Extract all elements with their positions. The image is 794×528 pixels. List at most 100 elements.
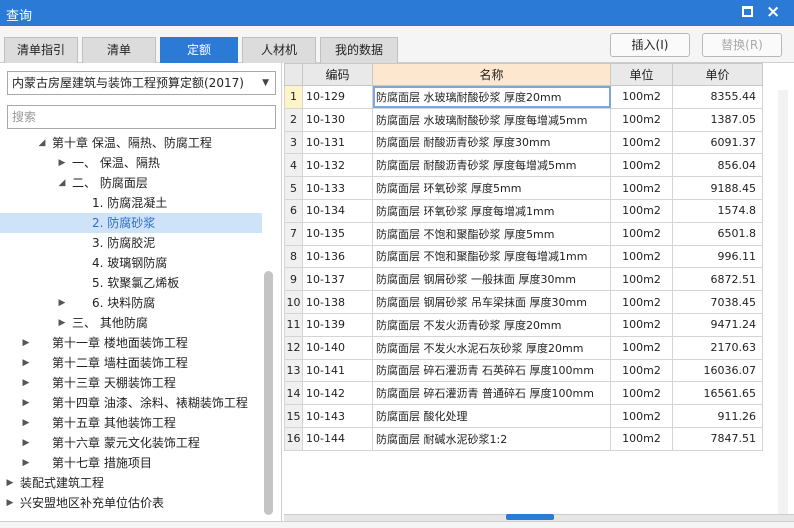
row-number[interactable]: 9 (284, 267, 303, 292)
collapsed-arrow-icon[interactable]: ▶ (4, 473, 16, 493)
unit-cell[interactable]: 100m2 (610, 267, 673, 292)
replace-button[interactable]: 替换(R) (702, 33, 782, 57)
collapsed-arrow-icon[interactable]: ▶ (20, 373, 32, 393)
row-number[interactable]: 8 (284, 244, 303, 269)
price-cell[interactable]: 1387.05 (672, 107, 763, 132)
row-number[interactable]: 4 (284, 153, 303, 178)
tree-item[interactable]: ▶ 第十三章 天棚装饰工程 (0, 373, 262, 393)
tree-item[interactable]: ◢ 第十章 保温、隔热、防腐工程 (0, 133, 262, 153)
tab-bill-guide[interactable]: 清单指引 (4, 37, 78, 63)
table-row[interactable]: 8 10-136 防腐面层 不饱和聚酯砂浆 厚度每增减1mm 100m2 996.11 (284, 244, 763, 269)
tree-item[interactable]: ▶ 第十五章 其他装饰工程 (0, 413, 262, 433)
collapsed-arrow-icon[interactable]: ▶ (56, 153, 68, 173)
name-cell[interactable]: 防腐面层 碎石灌沥青 普通碎石 厚度100mm (372, 381, 611, 406)
expanded-arrow-icon[interactable]: ◢ (36, 133, 48, 153)
row-number[interactable]: 11 (284, 312, 303, 337)
table-row[interactable]: 9 10-137 防腐面层 钢屑砂浆 一般抹面 厚度30mm 100m2 6872.51 (284, 267, 763, 292)
unit-cell[interactable]: 100m2 (610, 290, 673, 314)
name-cell[interactable]: 防腐面层 耐酸沥青砂浆 厚度每增减5mm (372, 153, 611, 178)
unit-cell[interactable]: 100m2 (610, 107, 673, 132)
row-number[interactable]: 10 (284, 290, 303, 314)
table-row[interactable]: 3 10-131 防腐面层 耐酸沥青砂浆 厚度30mm 100m2 6091.37 (284, 130, 763, 155)
insert-button[interactable]: 插入(I) (610, 33, 690, 57)
row-number[interactable]: 15 (284, 404, 303, 428)
code-cell[interactable]: 10-134 (302, 198, 373, 223)
column-header-code[interactable]: 编码 (302, 63, 373, 86)
unit-cell[interactable]: 100m2 (610, 176, 673, 200)
column-header-name[interactable]: 名称 (372, 63, 611, 86)
tree-item[interactable]: ▶ 装配式建筑工程 (0, 473, 262, 493)
collapsed-arrow-icon[interactable]: ▶ (20, 453, 32, 473)
unit-cell[interactable]: 100m2 (610, 312, 673, 337)
price-cell[interactable]: 6501.8 (672, 221, 763, 246)
collapsed-arrow-icon[interactable]: ▶ (20, 333, 32, 353)
code-cell[interactable]: 10-135 (302, 221, 373, 246)
table-row[interactable]: 13 10-141 防腐面层 碎石灌沥青 石英碎石 厚度100mm 100m2 1603… (284, 358, 763, 383)
row-number[interactable]: 7 (284, 221, 303, 246)
code-cell[interactable]: 10-131 (302, 130, 373, 155)
unit-cell[interactable]: 100m2 (610, 335, 673, 360)
expanded-arrow-icon[interactable]: ◢ (56, 173, 68, 193)
quota-library-select[interactable]: 内蒙古房屋建筑与装饰工程预算定额(2017) ▼ (7, 71, 276, 95)
unit-cell[interactable]: 100m2 (610, 221, 673, 246)
code-cell[interactable]: 10-133 (302, 176, 373, 200)
row-number[interactable]: 13 (284, 358, 303, 383)
table-row[interactable]: 1 10-129 防腐面层 水玻璃耐酸砂浆 厚度20mm 100m2 8355.44 (284, 85, 763, 109)
price-cell[interactable]: 16036.07 (672, 358, 763, 383)
row-number[interactable]: 6 (284, 198, 303, 223)
code-cell[interactable]: 10-136 (302, 244, 373, 269)
name-cell[interactable]: 防腐面层 碎石灌沥青 石英碎石 厚度100mm (372, 358, 611, 383)
code-cell[interactable]: 10-132 (302, 153, 373, 178)
table-row[interactable]: 5 10-133 防腐面层 环氧砂浆 厚度5mm 100m2 9188.45 (284, 176, 763, 200)
row-number[interactable]: 5 (284, 176, 303, 200)
name-cell[interactable]: 防腐面层 水玻璃耐酸砂浆 厚度20mm (372, 85, 611, 109)
grid-scrollbar[interactable] (778, 90, 788, 520)
row-number[interactable]: 3 (284, 130, 303, 155)
table-row[interactable]: 7 10-135 防腐面层 不饱和聚酯砂浆 厚度5mm 100m2 6501.8 (284, 221, 763, 246)
table-row[interactable]: 16 10-144 防腐面层 耐碱水泥砂浆1:2 100m2 7847.51 (284, 426, 763, 451)
code-cell[interactable]: 10-138 (302, 290, 373, 314)
collapsed-arrow-icon[interactable]: ▶ (56, 293, 68, 313)
table-row[interactable]: 14 10-142 防腐面层 碎石灌沥青 普通碎石 厚度100mm 100m2 1656… (284, 381, 763, 406)
price-cell[interactable]: 16561.65 (672, 381, 763, 406)
tree-item[interactable]: ▶ 第十七章 措施项目 (0, 453, 262, 473)
code-cell[interactable]: 10-137 (302, 267, 373, 292)
table-row[interactable]: 12 10-140 防腐面层 不发火水泥石灰砂浆 厚度20mm 100m2 2170.6… (284, 335, 763, 360)
collapsed-arrow-icon[interactable]: ▶ (56, 313, 68, 333)
unit-cell[interactable]: 100m2 (610, 85, 673, 109)
price-cell[interactable]: 2170.63 (672, 335, 763, 360)
unit-cell[interactable]: 100m2 (610, 404, 673, 428)
price-cell[interactable]: 9188.45 (672, 176, 763, 200)
unit-cell[interactable]: 100m2 (610, 381, 673, 406)
row-number[interactable]: 1 (284, 85, 303, 109)
table-row[interactable]: 15 10-143 防腐面层 酸化处理 100m2 911.26 (284, 404, 763, 428)
tree-item[interactable]: 1. 防腐混凝土 (0, 193, 262, 213)
name-cell[interactable]: 防腐面层 环氧砂浆 厚度每增减1mm (372, 198, 611, 223)
search-input[interactable] (7, 105, 276, 129)
price-cell[interactable]: 911.26 (672, 404, 763, 428)
name-cell[interactable]: 防腐面层 钢屑砂浆 吊车梁抹面 厚度30mm (372, 290, 611, 314)
tree-item[interactable]: ▶ 第十二章 墙柱面装饰工程 (0, 353, 262, 373)
column-header-price[interactable]: 单价 (672, 63, 763, 86)
name-cell[interactable]: 防腐面层 耐碱水泥砂浆1:2 (372, 426, 611, 451)
collapsed-arrow-icon[interactable]: ▶ (20, 393, 32, 413)
name-cell[interactable]: 防腐面层 不发火沥青砂浆 厚度20mm (372, 312, 611, 337)
splitter-handle[interactable] (506, 514, 554, 520)
price-cell[interactable]: 856.04 (672, 153, 763, 178)
collapsed-arrow-icon[interactable]: ▶ (20, 433, 32, 453)
collapsed-arrow-icon[interactable]: ▶ (20, 353, 32, 373)
table-row[interactable]: 6 10-134 防腐面层 环氧砂浆 厚度每增减1mm 100m2 1574.8 (284, 198, 763, 223)
table-row[interactable]: 10 10-138 防腐面层 钢屑砂浆 吊车梁抹面 厚度30mm 100m2 7038.… (284, 290, 763, 314)
tree-item[interactable]: ▶ 三、 其他防腐 (0, 313, 262, 333)
price-cell[interactable]: 8355.44 (672, 85, 763, 109)
collapsed-arrow-icon[interactable]: ▶ (4, 493, 16, 513)
tree-item[interactable]: ▶ 第十四章 油漆、涂料、裱糊装饰工程 (0, 393, 262, 413)
tree-item[interactable]: ◢ 二、 防腐面层 (0, 173, 262, 193)
price-cell[interactable]: 6872.51 (672, 267, 763, 292)
price-cell[interactable]: 9471.24 (672, 312, 763, 337)
code-cell[interactable]: 10-143 (302, 404, 373, 428)
tree-item[interactable]: ▶ 兴安盟地区补充单位估价表 (0, 493, 262, 513)
unit-cell[interactable]: 100m2 (610, 426, 673, 451)
code-cell[interactable]: 10-141 (302, 358, 373, 383)
unit-cell[interactable]: 100m2 (610, 198, 673, 223)
